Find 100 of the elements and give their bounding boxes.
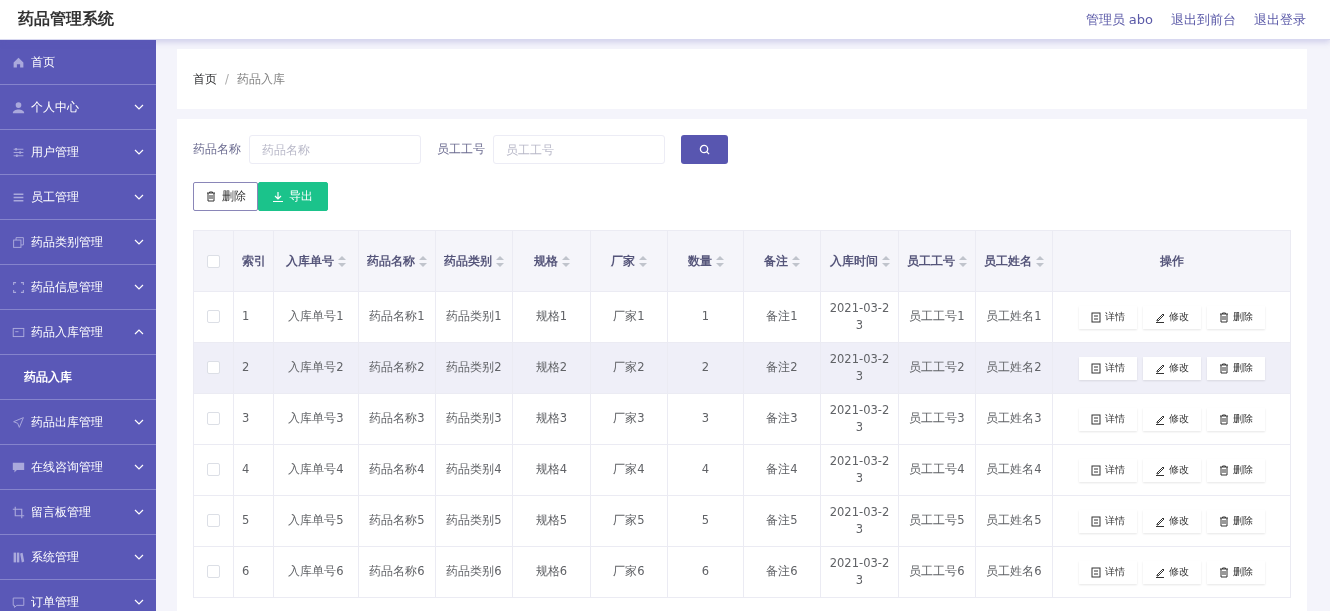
sort-icon[interactable]: [496, 255, 504, 267]
table-cell: 4: [667, 444, 744, 496]
table-cell: 员工姓名6: [975, 546, 1053, 598]
message-icon: [12, 595, 25, 609]
breadcrumb-link[interactable]: 首页: [193, 71, 217, 87]
pencil-icon: [1154, 413, 1165, 425]
table-cell: 1: [233, 291, 274, 343]
sidebar-item[interactable]: 药品信息管理: [0, 265, 156, 310]
column-header[interactable]: 员工工号: [898, 230, 976, 292]
sort-icon[interactable]: [1036, 255, 1044, 267]
column-header[interactable]: 入库单号: [273, 230, 359, 292]
table-cell: 药品名称4: [358, 444, 436, 496]
sort-icon[interactable]: [881, 255, 890, 267]
table-cell: 2021-03-23: [820, 393, 899, 445]
trash-icon: [1218, 566, 1229, 578]
row-action-button[interactable]: 删除: [1206, 509, 1265, 533]
sidebar-item[interactable]: 订单管理: [0, 580, 156, 611]
field-label: 员工工号: [437, 142, 485, 157]
sidebar-item[interactable]: 个人中心: [0, 85, 156, 130]
crop-icon: [12, 505, 25, 519]
header-link[interactable]: 退出到前台: [1171, 10, 1236, 29]
sort-icon[interactable]: [561, 255, 570, 267]
row-action-button[interactable]: 详情: [1078, 356, 1137, 380]
table-cell: 5: [667, 495, 744, 547]
row-action-button[interactable]: 详情: [1078, 509, 1137, 533]
column-header[interactable]: 数量: [667, 230, 744, 292]
sort-icon[interactable]: [338, 255, 346, 267]
sidebar-item[interactable]: 首页: [0, 40, 156, 85]
column-header[interactable]: 药品类别: [435, 230, 513, 292]
checkbox[interactable]: [207, 255, 220, 268]
document-icon: [1090, 464, 1101, 476]
checkbox[interactable]: [207, 412, 220, 426]
search-field[interactable]: 药品名称: [249, 135, 421, 164]
table-cell: 厂家5: [590, 495, 668, 547]
sidebar-item[interactable]: 药品入库管理: [0, 310, 156, 355]
row-action-button[interactable]: 删除: [1206, 407, 1265, 431]
breadcrumb-current: 药品入库: [236, 71, 285, 87]
table-cell: 员工工号1: [898, 291, 976, 343]
sidebar-item[interactable]: 留言板管理: [0, 490, 156, 535]
sort-icon[interactable]: [639, 255, 647, 267]
column-header[interactable]: 药品名称: [358, 230, 436, 292]
sort-icon[interactable]: [419, 255, 427, 267]
sort-icon[interactable]: [959, 255, 967, 267]
table-cell: 规格3: [512, 393, 591, 445]
row-action-button[interactable]: 详情: [1078, 458, 1137, 482]
row-action-button[interactable]: 删除: [1206, 560, 1265, 584]
search-button[interactable]: [681, 135, 728, 164]
table-cell: 药品名称3: [358, 393, 436, 445]
row-action-button[interactable]: 详情: [1078, 407, 1137, 431]
sidebar-item[interactable]: 系统管理: [0, 535, 156, 580]
column-header[interactable]: 规格: [512, 230, 591, 292]
row-action-button[interactable]: 详情: [1078, 560, 1137, 584]
row-action-button[interactable]: 详情: [1078, 305, 1137, 329]
column-header: 索引: [233, 230, 274, 292]
sidebar-subitem[interactable]: 药品入库: [0, 355, 156, 400]
column-header[interactable]: 入库时间: [820, 230, 899, 292]
table-cell: 备注4: [743, 444, 821, 496]
document-icon: [1090, 311, 1101, 323]
sidebar-item[interactable]: 在线咨询管理: [0, 445, 156, 490]
header-link[interactable]: 管理员 abo: [1085, 10, 1153, 29]
row-action-button[interactable]: 删除: [1206, 458, 1265, 482]
table-cell: 入库单号1: [273, 291, 359, 343]
row-action-button[interactable]: 删除: [1206, 305, 1265, 329]
sidebar-item[interactable]: 药品出库管理: [0, 400, 156, 445]
table-cell: 药品类别3: [435, 393, 513, 445]
column-header[interactable]: 备注: [743, 230, 821, 292]
row-action-button[interactable]: 修改: [1142, 509, 1201, 533]
pencil-icon: [1154, 566, 1165, 578]
checkbox[interactable]: [207, 463, 220, 477]
sidebar-item[interactable]: 员工管理: [0, 175, 156, 220]
field-label: 药品名称: [193, 142, 241, 157]
row-action-button[interactable]: 修改: [1142, 305, 1201, 329]
row-action-button[interactable]: 修改: [1142, 407, 1201, 431]
table-cell: 药品类别6: [435, 546, 513, 598]
checkbox[interactable]: [207, 514, 220, 528]
row-action-button[interactable]: 修改: [1142, 458, 1201, 482]
table-cell: 员工姓名3: [975, 393, 1053, 445]
table-cell: 厂家6: [590, 546, 668, 598]
delete-button[interactable]: 删除: [193, 182, 258, 211]
chat-icon: [12, 460, 25, 474]
column-header[interactable]: 厂家: [590, 230, 668, 292]
checkbox[interactable]: [207, 310, 220, 324]
table-cell: 备注5: [743, 495, 821, 547]
table-cell: 厂家3: [590, 393, 668, 445]
row-action-button[interactable]: 删除: [1206, 356, 1265, 380]
column-header[interactable]: 员工姓名: [975, 230, 1053, 292]
sort-icon[interactable]: [792, 255, 800, 267]
checkbox[interactable]: [207, 565, 220, 579]
table-cell: 员工姓名1: [975, 291, 1053, 343]
trash-icon: [1218, 413, 1229, 425]
search-field[interactable]: 员工工号: [493, 135, 665, 164]
table-cell: 规格1: [512, 291, 591, 343]
row-action-button[interactable]: 修改: [1142, 560, 1201, 584]
sidebar-item[interactable]: 药品类别管理: [0, 220, 156, 265]
header-link[interactable]: 退出登录: [1254, 10, 1306, 29]
trash-icon: [1218, 311, 1229, 323]
checkbox[interactable]: [207, 361, 220, 375]
row-action-button[interactable]: 修改: [1142, 356, 1201, 380]
sort-icon[interactable]: [715, 255, 724, 267]
sidebar-item[interactable]: 用户管理: [0, 130, 156, 175]
